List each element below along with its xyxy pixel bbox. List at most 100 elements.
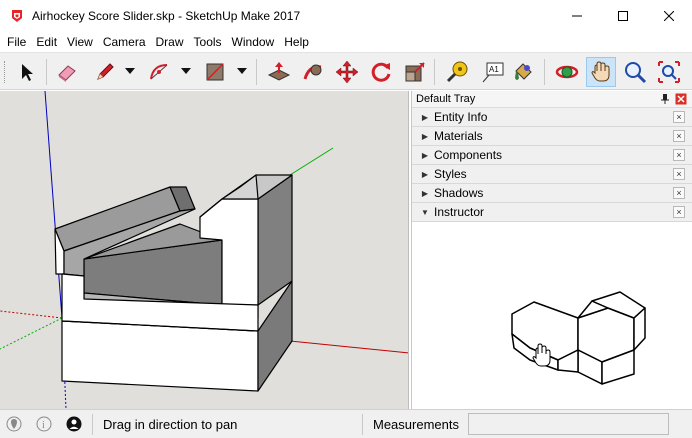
pin-icon[interactable]: [660, 93, 670, 105]
eraser-tool-button[interactable]: [52, 57, 82, 87]
svg-text:i: i: [42, 420, 45, 431]
zoom-extents-tool-button[interactable]: [654, 57, 684, 87]
menu-edit[interactable]: Edit: [31, 32, 62, 52]
move-tool-button[interactable]: [332, 57, 362, 87]
menu-view[interactable]: View: [62, 32, 98, 52]
orbit-icon: [555, 65, 579, 79]
tape-measure-tool-button[interactable]: [442, 57, 472, 87]
zoom-tool-button[interactable]: [620, 57, 650, 87]
tray-header: Default Tray: [412, 91, 692, 108]
toolbar-separator: [46, 59, 47, 85]
geo-location-icon[interactable]: [6, 416, 22, 432]
arc-tool-button[interactable]: [144, 57, 174, 87]
model-viewport[interactable]: [0, 91, 409, 409]
green-axis-dotted: [0, 317, 63, 350]
blue-axis: [44, 91, 63, 319]
panel-label: Entity Info: [434, 110, 488, 124]
rectangle-dropdown-button[interactable]: [236, 65, 248, 77]
paint-bucket-tool-button[interactable]: [508, 57, 538, 87]
instructor-content: [412, 222, 692, 409]
panel-instructor[interactable]: ▼ Instructor ×: [412, 203, 692, 222]
push-pull-icon: [267, 62, 291, 81]
window-title: Airhockey Score Slider.skp - SketchUp Ma…: [32, 9, 301, 23]
follow-me-icon: [303, 64, 322, 80]
follow-me-tool-button[interactable]: [298, 57, 328, 87]
pencil-dropdown-button[interactable]: [124, 65, 136, 77]
pencil-tool-button[interactable]: [90, 57, 120, 87]
scale-tool-button[interactable]: [400, 57, 430, 87]
rectangle-tool-button[interactable]: [200, 57, 230, 87]
status-hint: Drag in direction to pan: [103, 417, 238, 432]
zoom-extents-icon: [658, 61, 680, 83]
push-pull-tool-button[interactable]: [264, 57, 294, 87]
toolbar-separator: [434, 59, 435, 85]
menu-draw[interactable]: Draw: [151, 32, 189, 52]
menu-window[interactable]: Window: [227, 32, 280, 52]
expand-triangle-icon: ▶: [421, 131, 429, 141]
pencil-icon: [97, 63, 114, 80]
menu-file[interactable]: File: [2, 32, 31, 52]
menu-camera[interactable]: Camera: [98, 32, 151, 52]
minimize-button[interactable]: [554, 0, 600, 32]
eraser-icon: [58, 65, 76, 82]
chevron-down-icon: [237, 68, 247, 74]
close-icon: [664, 11, 674, 21]
toolbar-grip[interactable]: [4, 61, 7, 83]
model-canvas[interactable]: [0, 91, 409, 409]
panel-label: Styles: [434, 167, 467, 181]
zoom-icon: [625, 62, 647, 84]
text-tool-button[interactable]: A1: [478, 57, 508, 87]
panel-close-button[interactable]: ×: [673, 187, 685, 199]
pan-icon: [591, 61, 610, 82]
close-button[interactable]: [646, 0, 692, 32]
panel-materials[interactable]: ▶ Materials ×: [412, 127, 692, 146]
expand-triangle-icon: ▶: [421, 112, 429, 122]
arc-dropdown-button[interactable]: [180, 65, 192, 77]
instructor-pan-illustration: [511, 291, 646, 385]
scale-icon: [405, 62, 425, 82]
sketchup-logo-icon: [12, 10, 22, 22]
maximize-button[interactable]: [600, 0, 646, 32]
status-separator: [362, 414, 363, 435]
default-tray: Default Tray ▶ Entity Info × ▶ Materials…: [411, 91, 692, 409]
rotate-icon: [371, 62, 391, 82]
measurements-label: Measurements: [373, 417, 459, 432]
panel-components[interactable]: ▶ Components ×: [412, 146, 692, 165]
panel-label: Shadows: [434, 186, 484, 200]
orbit-tool-button[interactable]: [552, 57, 582, 87]
toolbar: A1: [0, 52, 692, 90]
collapse-triangle-icon: ▼: [421, 207, 429, 217]
panel-styles[interactable]: ▶ Styles ×: [412, 165, 692, 184]
status-separator: [92, 414, 93, 435]
arc-icon: [150, 64, 168, 80]
expand-triangle-icon: ▶: [421, 169, 429, 179]
title-bar: Airhockey Score Slider.skp - SketchUp Ma…: [0, 0, 692, 32]
toolbar-separator: [544, 59, 545, 85]
panel-shadows[interactable]: ▶ Shadows ×: [412, 184, 692, 203]
panel-close-button[interactable]: ×: [673, 130, 685, 142]
svg-text:A1: A1: [489, 65, 499, 74]
panel-close-button[interactable]: ×: [673, 149, 685, 161]
maximize-icon: [618, 11, 628, 21]
user-icon[interactable]: [66, 416, 82, 432]
panel-close-button[interactable]: ×: [673, 168, 685, 180]
chevron-down-icon: [181, 68, 191, 74]
credits-icon[interactable]: i: [36, 416, 52, 432]
panel-label: Components: [434, 148, 503, 162]
measurements-field[interactable]: [468, 413, 669, 435]
select-icon: [22, 64, 33, 81]
panel-close-button[interactable]: ×: [673, 111, 685, 123]
minimize-icon: [572, 15, 582, 17]
menu-help[interactable]: Help: [279, 32, 314, 52]
select-tool-button[interactable]: [12, 57, 42, 87]
expand-triangle-icon: ▶: [421, 188, 429, 198]
panel-label: Instructor: [434, 205, 485, 219]
panel-close-button[interactable]: ×: [673, 206, 685, 218]
menu-tools[interactable]: Tools: [189, 32, 227, 52]
panel-entity-info[interactable]: ▶ Entity Info ×: [412, 108, 692, 127]
rectangle-icon: [206, 63, 224, 81]
tray-close-icon[interactable]: [675, 93, 687, 105]
pan-tool-button[interactable]: [586, 57, 616, 87]
rotate-tool-button[interactable]: [366, 57, 396, 87]
move-icon: [335, 60, 359, 84]
